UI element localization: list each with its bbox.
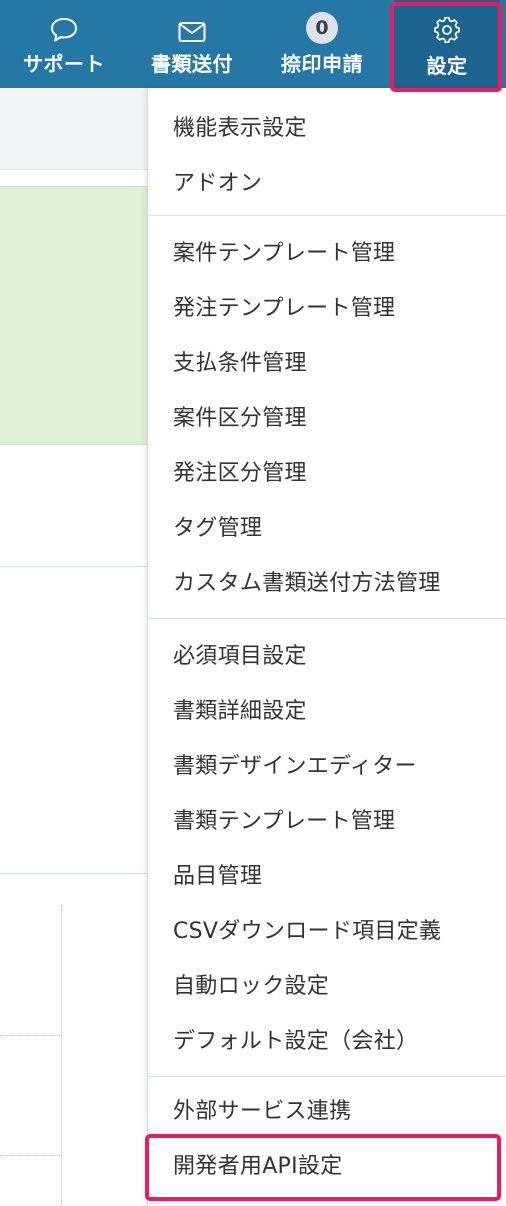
menu-item-feature-display[interactable]: 機能表示設定 — [148, 101, 506, 151]
menu-divider — [148, 1076, 506, 1077]
seal-request-count-badge: 0 — [306, 12, 338, 44]
settings-dropdown-menu: 機能表示設定 アドオン 案件テンプレート管理 発注テンプレート管理 支払条件管理… — [147, 88, 506, 1206]
nav-document-send-label: 書類送付 — [151, 52, 233, 76]
menu-divider — [148, 215, 506, 216]
menu-item-items[interactable]: 品目管理 — [148, 849, 506, 899]
nav-support[interactable]: サポート — [0, 0, 128, 88]
nav-document-send[interactable]: 書類送付 — [128, 0, 256, 88]
menu-item-csv-download-fields[interactable]: CSVダウンロード項目定義 — [148, 904, 506, 954]
menu-item-order-template[interactable]: 発注テンプレート管理 — [148, 281, 506, 331]
nav-support-label: サポート — [23, 52, 105, 76]
menu-item-addons[interactable]: アドオン — [148, 156, 506, 206]
menu-item-document-details[interactable]: 書類詳細設定 — [148, 684, 506, 734]
menu-divider — [148, 618, 506, 619]
chat-bubble-icon — [51, 18, 77, 42]
nav-settings-label: 設定 — [426, 54, 468, 78]
section-divider — [0, 566, 170, 567]
nav-seal-request[interactable]: 0 捺印申請 — [256, 0, 388, 88]
notice-panel — [0, 186, 170, 445]
menu-item-order-category[interactable]: 発注区分管理 — [148, 446, 506, 496]
menu-item-default-company[interactable]: デフォルト設定（会社） — [148, 1014, 506, 1064]
data-table — [0, 905, 62, 1206]
menu-item-required-fields[interactable]: 必須項目設定 — [148, 629, 506, 679]
section-divider — [0, 873, 170, 874]
menu-item-custom-send-methods[interactable]: カスタム書類送付方法管理 — [148, 556, 506, 606]
menu-item-auto-lock[interactable]: 自動ロック設定 — [148, 959, 506, 1009]
menu-item-project-template[interactable]: 案件テンプレート管理 — [148, 226, 506, 276]
nav-seal-request-label: 捺印申請 — [281, 52, 363, 76]
table-row — [0, 1035, 62, 1036]
menu-item-tags[interactable]: タグ管理 — [148, 501, 506, 551]
menu-item-developer-api[interactable]: 開発者用API設定 — [148, 1139, 506, 1189]
menu-item-document-design-editor[interactable]: 書類デザインエディター — [148, 739, 506, 789]
menu-item-payment-terms[interactable]: 支払条件管理 — [148, 336, 506, 386]
nav-settings[interactable]: 設定 — [394, 0, 500, 88]
page: サポート 書類送付 0 捺印申請 設定 機能表示設定 アドオン 案件テンプレート… — [0, 0, 506, 1206]
menu-item-document-template[interactable]: 書類テンプレート管理 — [148, 794, 506, 844]
top-nav-bar: サポート 書類送付 0 捺印申請 設定 — [0, 0, 506, 88]
table-row — [0, 1155, 62, 1156]
gear-icon — [434, 16, 460, 43]
envelope-icon — [178, 22, 206, 42]
menu-item-project-category[interactable]: 案件区分管理 — [148, 391, 506, 441]
menu-item-external-services[interactable]: 外部サービス連携 — [148, 1084, 506, 1134]
